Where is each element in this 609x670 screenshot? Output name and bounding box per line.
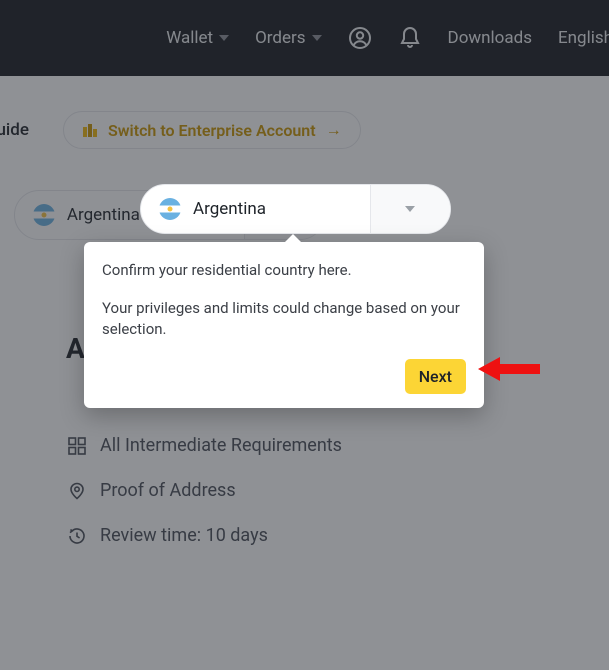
requirements-list: All Intermediate Requirements Proof of A… bbox=[68, 435, 609, 546]
nav-label: English bbox=[558, 28, 609, 48]
nav-label: Downloads bbox=[448, 28, 532, 48]
video-guide-label[interactable]: ideo Guide bbox=[0, 120, 29, 140]
guide-row: ideo Guide Switch to Enterprise Account … bbox=[0, 110, 609, 150]
bell-icon[interactable] bbox=[398, 26, 422, 50]
location-pin-icon bbox=[68, 482, 86, 500]
requirement-item: Review time: 10 days bbox=[68, 525, 609, 546]
caret-down-icon bbox=[405, 206, 415, 212]
downloads-link[interactable]: Downloads bbox=[448, 28, 532, 48]
arrow-right-icon: → bbox=[326, 120, 342, 140]
requirement-label: Review time: 10 days bbox=[100, 525, 268, 546]
caret-down-icon bbox=[312, 35, 322, 41]
account-icon[interactable] bbox=[348, 26, 372, 50]
next-button[interactable]: Next bbox=[405, 359, 466, 394]
country-selected-label: Argentina bbox=[193, 199, 266, 219]
switch-enterprise-button[interactable]: Switch to Enterprise Account → bbox=[63, 111, 361, 149]
flag-argentina-icon bbox=[33, 204, 55, 226]
grid-icon bbox=[68, 437, 86, 455]
requirement-label: All Intermediate Requirements bbox=[100, 435, 342, 456]
popover-text: Your privileges and limits could change … bbox=[102, 298, 466, 339]
country-select-highlight[interactable]: Argentina bbox=[140, 184, 451, 234]
popover-text: Confirm your residential country here. bbox=[102, 260, 466, 280]
nav-label: Wallet bbox=[166, 28, 213, 48]
language-link[interactable]: English bbox=[558, 28, 609, 48]
wallet-link[interactable]: Wallet bbox=[166, 28, 229, 48]
requirement-item: All Intermediate Requirements bbox=[68, 435, 609, 456]
country-dropdown-toggle[interactable] bbox=[370, 185, 450, 233]
requirement-item: Proof of Address bbox=[68, 480, 609, 501]
nav-label: Orders bbox=[255, 28, 305, 48]
annotation-arrow-icon bbox=[478, 354, 540, 388]
country-selected-label: Argentina bbox=[67, 205, 140, 225]
requirement-label: Proof of Address bbox=[100, 480, 236, 501]
top-nav: Wallet Orders Downloads English bbox=[0, 0, 609, 76]
orders-link[interactable]: Orders bbox=[255, 28, 321, 48]
confirm-country-popover: Confirm your residential country here. Y… bbox=[84, 242, 484, 408]
clock-icon bbox=[68, 527, 86, 545]
flag-argentina-icon bbox=[159, 198, 181, 220]
caret-down-icon bbox=[219, 35, 229, 41]
country-select-main[interactable]: Argentina bbox=[141, 185, 370, 233]
enterprise-label: Switch to Enterprise Account bbox=[108, 121, 316, 140]
building-icon bbox=[82, 122, 98, 138]
popover-actions: Next bbox=[102, 359, 466, 394]
